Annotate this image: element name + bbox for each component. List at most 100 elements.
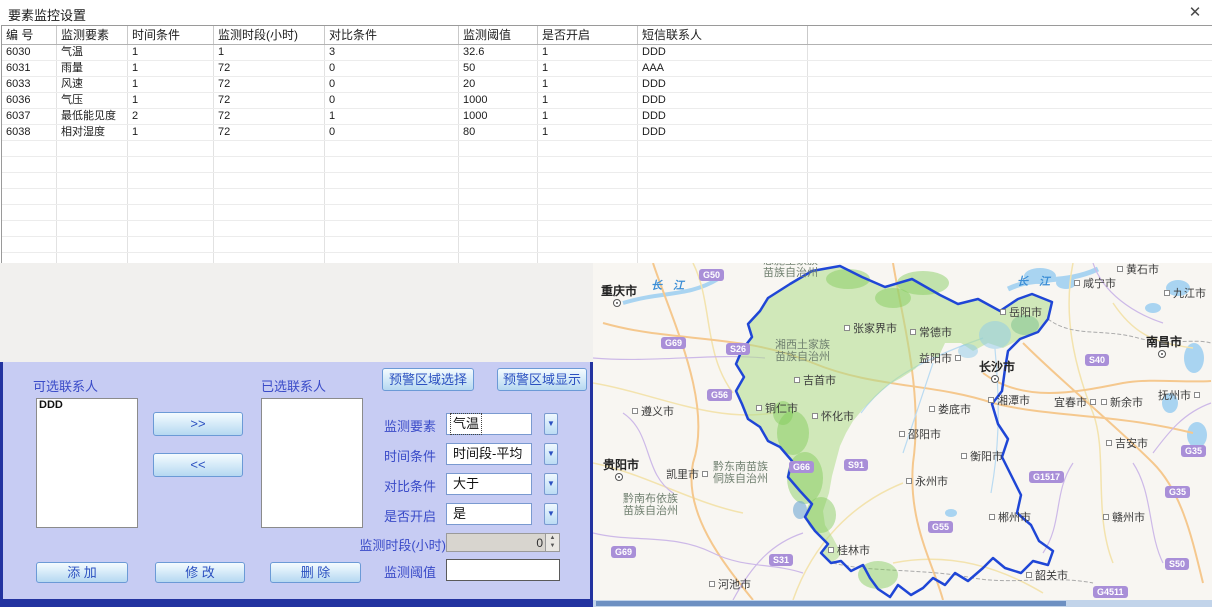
table-row[interactable] bbox=[2, 189, 1212, 205]
element-combo-arrow-icon[interactable]: ▼ bbox=[544, 413, 558, 435]
city-marker-icon bbox=[1074, 280, 1080, 286]
table-cell: 1 bbox=[538, 77, 638, 92]
table-row[interactable]: 6037最低能见度272110001DDD bbox=[2, 109, 1212, 125]
table-cell: 72 bbox=[214, 61, 325, 76]
table-cell bbox=[214, 157, 325, 172]
table-row[interactable]: 6030气温11332.61DDD bbox=[2, 45, 1212, 61]
time-cond-combobox[interactable]: 时间段-平均 bbox=[446, 443, 532, 465]
enabled-combo-arrow-icon[interactable]: ▼ bbox=[544, 503, 558, 525]
warn-area-show-button[interactable]: 预警区域显示 bbox=[497, 368, 587, 391]
table-row[interactable] bbox=[2, 173, 1212, 189]
table-cell bbox=[214, 205, 325, 220]
table-row[interactable]: 6031雨量1720501AAA bbox=[2, 61, 1212, 77]
enabled-combobox[interactable]: 是 bbox=[446, 503, 532, 525]
city-label: 铜仁市 bbox=[753, 403, 798, 415]
city-label: 岳阳市 bbox=[997, 307, 1042, 319]
table-cell bbox=[808, 221, 1212, 236]
table-cell bbox=[538, 173, 638, 188]
capital-marker-icon bbox=[1158, 350, 1166, 358]
spacer-area bbox=[0, 263, 593, 363]
table-row[interactable]: 6033风速1720201DDD bbox=[2, 77, 1212, 93]
city-marker-icon bbox=[988, 397, 994, 403]
table-cell bbox=[459, 141, 538, 156]
capital-city-label: 南昌市 bbox=[1146, 336, 1182, 358]
warning-area-map[interactable]: 重庆市遵义市贵阳市凯里市黔东南苗族 侗族自治州黔南布依族 苗族自治州河池市桂林市… bbox=[593, 263, 1212, 600]
road-badge: S26 bbox=[726, 343, 750, 355]
city-marker-icon bbox=[1103, 514, 1109, 520]
city-label: 黄石市 bbox=[1114, 264, 1159, 276]
table-row[interactable] bbox=[2, 141, 1212, 157]
spinner-arrows-icon[interactable]: ▲▼ bbox=[545, 534, 559, 551]
table-cell: 监测阈值 bbox=[459, 26, 538, 44]
time-cond-combo-arrow-icon[interactable]: ▼ bbox=[544, 443, 558, 465]
add-button[interactable]: 添 加 bbox=[36, 562, 128, 583]
table-cell: DDD bbox=[638, 125, 808, 140]
table-cell bbox=[459, 237, 538, 252]
region-label: 黔南布依族 苗族自治州 bbox=[623, 493, 678, 517]
city-label: 赣州市 bbox=[1100, 512, 1145, 524]
city-marker-icon bbox=[1194, 392, 1200, 398]
table-cell: 1 bbox=[128, 45, 214, 60]
delete-button[interactable]: 删 除 bbox=[270, 562, 361, 583]
table-cell bbox=[57, 141, 128, 156]
table-cell: 20 bbox=[459, 77, 538, 92]
table-row[interactable]: 6036气压172010001DDD bbox=[2, 93, 1212, 109]
list-item[interactable]: DDD bbox=[37, 399, 137, 412]
map-horizontal-scrollbar[interactable] bbox=[593, 600, 1212, 607]
table-cell bbox=[128, 221, 214, 236]
table-row[interactable] bbox=[2, 237, 1212, 253]
window-title: 要素监控设置 bbox=[8, 5, 86, 24]
capital-city-label: 重庆市 bbox=[601, 285, 637, 307]
table-cell: 1 bbox=[538, 61, 638, 76]
road-badge: G55 bbox=[928, 521, 953, 533]
warn-area-select-button[interactable]: 预警区域选择 bbox=[382, 368, 474, 391]
table-cell: 0 bbox=[325, 93, 459, 108]
table-cell: 1 bbox=[538, 125, 638, 140]
table-cell bbox=[57, 205, 128, 220]
element-combobox[interactable]: 气温 bbox=[446, 413, 532, 435]
table-cell bbox=[57, 189, 128, 204]
table-cell: 6030 bbox=[2, 45, 57, 60]
table-row[interactable]: 6038相对湿度1720801DDD bbox=[2, 125, 1212, 141]
move-right-button[interactable]: >> bbox=[153, 412, 243, 436]
scrollbar-thumb[interactable] bbox=[596, 601, 1066, 606]
threshold-input[interactable] bbox=[446, 559, 560, 581]
river-label: 长 江 bbox=[651, 277, 688, 293]
table-cell bbox=[808, 93, 1212, 108]
table-cell: DDD bbox=[638, 93, 808, 108]
move-left-button[interactable]: << bbox=[153, 453, 243, 477]
available-contacts-list[interactable]: DDD bbox=[36, 398, 138, 528]
table-cell bbox=[808, 125, 1212, 140]
close-icon[interactable]: ✕ bbox=[1186, 4, 1204, 22]
table-cell bbox=[214, 189, 325, 204]
table-cell: 3 bbox=[325, 45, 459, 60]
table-cell: 相对湿度 bbox=[57, 125, 128, 140]
city-marker-icon bbox=[1117, 266, 1123, 272]
monitoring-table[interactable]: 编 号监测要素时间条件监测时段(小时)对比条件监测阈值是否开启短信联系人6030… bbox=[1, 25, 1212, 265]
table-cell bbox=[638, 189, 808, 204]
city-label: 郴州市 bbox=[986, 512, 1031, 524]
city-marker-icon bbox=[1026, 572, 1032, 578]
road-badge: G69 bbox=[611, 546, 636, 558]
road-badge: G56 bbox=[707, 389, 732, 401]
table-cell bbox=[808, 45, 1212, 60]
compare-combobox[interactable]: 大于 bbox=[446, 473, 532, 495]
modify-button[interactable]: 修 改 bbox=[155, 562, 245, 583]
table-cell bbox=[2, 221, 57, 236]
table-header-row: 编 号监测要素时间条件监测时段(小时)对比条件监测阈值是否开启短信联系人 bbox=[2, 26, 1212, 45]
table-row[interactable] bbox=[2, 157, 1212, 173]
table-cell bbox=[57, 237, 128, 252]
compare-combo-arrow-icon[interactable]: ▼ bbox=[544, 473, 558, 495]
enabled-label: 是否开启 bbox=[336, 506, 436, 525]
city-label: 张家界市 bbox=[841, 323, 897, 335]
table-row[interactable] bbox=[2, 205, 1212, 221]
city-label: 抚州市 bbox=[1158, 390, 1203, 402]
city-marker-icon bbox=[989, 514, 995, 520]
table-row[interactable] bbox=[2, 221, 1212, 237]
capital-marker-icon bbox=[613, 299, 621, 307]
table-cell bbox=[2, 237, 57, 252]
table-cell: DDD bbox=[638, 77, 808, 92]
table-cell: 6036 bbox=[2, 93, 57, 108]
period-spinner[interactable]: 0 ▲▼ bbox=[446, 533, 560, 552]
table-cell bbox=[808, 173, 1212, 188]
